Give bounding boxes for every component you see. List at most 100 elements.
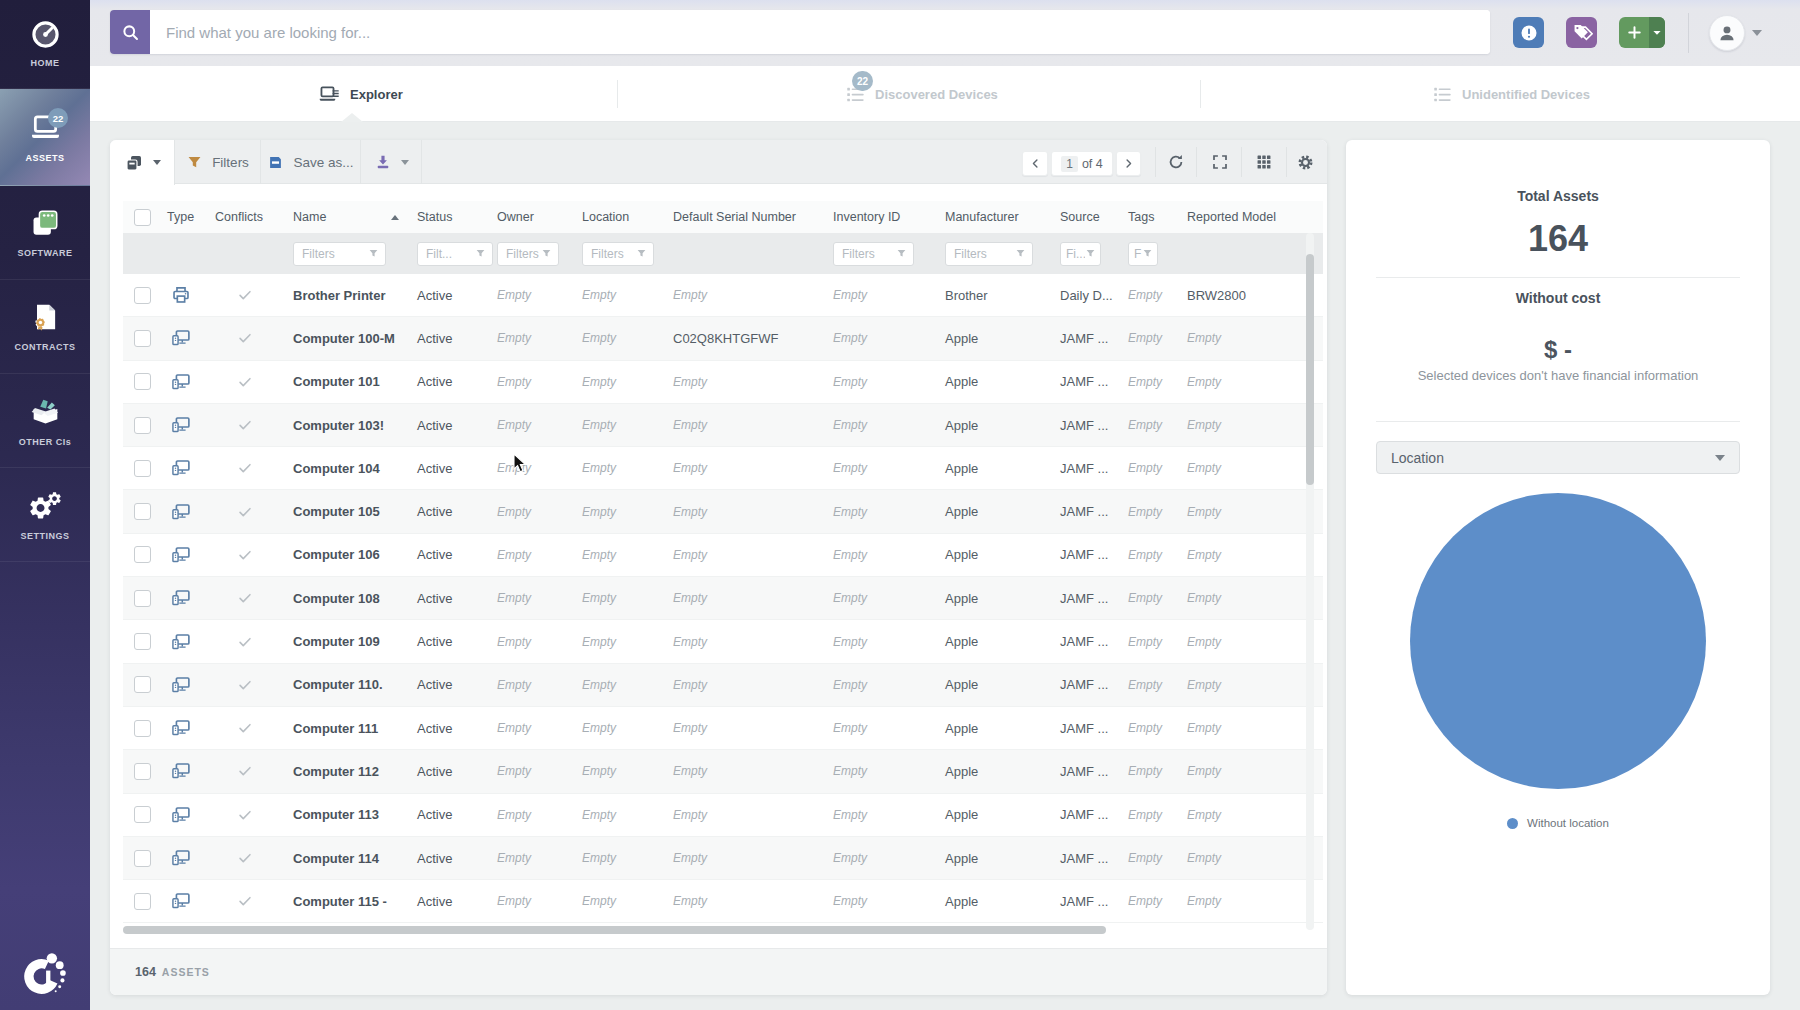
- funnel-icon[interactable]: [541, 248, 552, 259]
- column-header-inventory[interactable]: Inventory ID: [823, 210, 935, 224]
- cell-name[interactable]: Computer 101: [283, 374, 407, 389]
- funnel-icon[interactable]: [475, 248, 486, 259]
- table-row[interactable]: Computer 100-M Active Empty Empty C02Q8K…: [123, 317, 1323, 360]
- column-header-location[interactable]: Location: [572, 210, 663, 224]
- location-filter-select[interactable]: Location: [1376, 441, 1740, 474]
- prev-page-button[interactable]: [1022, 151, 1048, 176]
- table-row[interactable]: Brother Printer Active Empty Empty Empty…: [123, 274, 1323, 317]
- add-dropdown-caret[interactable]: [1649, 17, 1665, 48]
- row-checkbox[interactable]: [134, 373, 151, 390]
- row-checkbox[interactable]: [134, 287, 151, 304]
- filter-input-tags[interactable]: [1129, 247, 1142, 261]
- cell-name[interactable]: Computer 111: [283, 721, 407, 736]
- column-header-serial[interactable]: Default Serial Number: [663, 210, 823, 224]
- table-row[interactable]: Computer 111 Active Empty Empty Empty Em…: [123, 707, 1323, 750]
- row-checkbox[interactable]: [134, 633, 151, 650]
- row-checkbox[interactable]: [134, 330, 151, 347]
- export-button[interactable]: [361, 140, 422, 184]
- table-row[interactable]: Computer 101 Active Empty Empty Empty Em…: [123, 361, 1323, 404]
- cell-name[interactable]: Computer 106: [283, 547, 407, 562]
- cell-name[interactable]: Computer 108: [283, 591, 407, 606]
- cell-name[interactable]: Computer 104: [283, 461, 407, 476]
- sidebar-item-other-cis[interactable]: OTHER CIs: [0, 374, 90, 468]
- filter-input-owner[interactable]: [498, 247, 541, 261]
- table-row[interactable]: Computer 109 Active Empty Empty Empty Em…: [123, 620, 1323, 663]
- table-row[interactable]: Computer 115 - Active Empty Empty Empty …: [123, 880, 1323, 923]
- column-header-reported-model[interactable]: Reported Model: [1177, 210, 1323, 224]
- search-button[interactable]: [110, 10, 150, 54]
- funnel-icon[interactable]: [368, 248, 379, 259]
- row-checkbox[interactable]: [134, 893, 151, 910]
- table-row[interactable]: Computer 103! Active Empty Empty Empty E…: [123, 404, 1323, 447]
- column-header-name[interactable]: Name: [283, 210, 407, 224]
- row-checkbox[interactable]: [134, 503, 151, 520]
- table-row[interactable]: Computer 105 Active Empty Empty Empty Em…: [123, 490, 1323, 533]
- column-header-source[interactable]: Source: [1050, 210, 1118, 224]
- fullscreen-icon[interactable]: [1211, 153, 1229, 171]
- user-menu[interactable]: [1709, 15, 1762, 51]
- filter-input-status[interactable]: [418, 247, 475, 261]
- column-header-status[interactable]: Status: [407, 210, 487, 224]
- column-header-manufacturer[interactable]: Manufacturer: [935, 210, 1050, 224]
- filters-button[interactable]: Filters: [175, 140, 261, 184]
- funnel-icon[interactable]: [1085, 248, 1096, 259]
- add-button[interactable]: [1619, 17, 1665, 48]
- row-checkbox[interactable]: [134, 546, 151, 563]
- cell-name[interactable]: Computer 105: [283, 504, 407, 519]
- filter-input-inventory[interactable]: [834, 247, 896, 261]
- row-checkbox[interactable]: [134, 720, 151, 737]
- table-row[interactable]: Computer 114 Active Empty Empty Empty Em…: [123, 837, 1323, 880]
- sidebar-item-assets[interactable]: ASSETS 22: [0, 89, 90, 186]
- filter-input-source[interactable]: [1061, 247, 1085, 261]
- column-header-tags[interactable]: Tags: [1118, 210, 1177, 224]
- table-row[interactable]: Computer 108 Active Empty Empty Empty Em…: [123, 577, 1323, 620]
- vertical-scrollbar[interactable]: [1306, 233, 1314, 930]
- column-header-type[interactable]: Type: [157, 210, 205, 224]
- row-checkbox[interactable]: [134, 590, 151, 607]
- funnel-icon[interactable]: [896, 248, 907, 259]
- column-header-owner[interactable]: Owner: [487, 210, 572, 224]
- filter-input-name[interactable]: [294, 247, 368, 261]
- filter-input-location[interactable]: [583, 247, 636, 261]
- sidebar-item-contracts[interactable]: CONTRACTS: [0, 280, 90, 374]
- funnel-icon[interactable]: [1015, 248, 1026, 259]
- row-checkbox[interactable]: [134, 763, 151, 780]
- select-all-checkbox[interactable]: [134, 209, 151, 226]
- table-settings-icon[interactable]: [1296, 153, 1314, 171]
- cell-name[interactable]: Computer 112: [283, 764, 407, 779]
- refresh-icon[interactable]: [1167, 153, 1185, 171]
- tags-button[interactable]: [1566, 17, 1597, 48]
- cell-name[interactable]: Computer 114: [283, 851, 407, 866]
- funnel-icon[interactable]: [636, 248, 647, 259]
- table-row[interactable]: Computer 104 Active Empty Empty Empty Em…: [123, 447, 1323, 490]
- funnel-icon[interactable]: [1142, 248, 1153, 259]
- cell-name[interactable]: Computer 109: [283, 634, 407, 649]
- views-dropdown-button[interactable]: [110, 140, 175, 185]
- table-row[interactable]: Computer 113 Active Empty Empty Empty Em…: [123, 794, 1323, 837]
- row-checkbox[interactable]: [134, 417, 151, 434]
- row-checkbox[interactable]: [134, 850, 151, 867]
- alerts-button[interactable]: [1513, 17, 1544, 48]
- save-as-button[interactable]: Save as...: [261, 140, 361, 184]
- cell-name[interactable]: Computer 100-M: [283, 331, 407, 346]
- row-checkbox[interactable]: [134, 460, 151, 477]
- column-header-conflicts[interactable]: Conflicts: [205, 210, 283, 224]
- table-row[interactable]: Computer 106 Active Empty Empty Empty Em…: [123, 534, 1323, 577]
- grid-view-icon[interactable]: [1255, 153, 1273, 171]
- vertical-scrollbar-thumb[interactable]: [1306, 254, 1314, 485]
- sidebar-item-settings[interactable]: SETTINGS: [0, 468, 90, 562]
- sidebar-item-software[interactable]: SOFTWARE: [0, 186, 90, 280]
- search-input[interactable]: [150, 10, 1490, 54]
- horizontal-scrollbar-thumb[interactable]: [123, 926, 1106, 934]
- cell-name[interactable]: Computer 110.: [283, 677, 407, 692]
- cell-name[interactable]: Computer 103!: [283, 418, 407, 433]
- table-row[interactable]: Computer 110. Active Empty Empty Empty E…: [123, 664, 1323, 707]
- cell-name[interactable]: Computer 113: [283, 807, 407, 822]
- sidebar-item-home[interactable]: HOME: [0, 0, 90, 89]
- current-page[interactable]: 1: [1061, 156, 1078, 172]
- cell-name[interactable]: Brother Printer: [283, 288, 407, 303]
- row-checkbox[interactable]: [134, 676, 151, 693]
- filter-input-manufacturer[interactable]: [946, 247, 1015, 261]
- table-row[interactable]: Computer 112 Active Empty Empty Empty Em…: [123, 750, 1323, 793]
- tab-unidentified-devices[interactable]: Unidentified Devices: [1432, 66, 1590, 122]
